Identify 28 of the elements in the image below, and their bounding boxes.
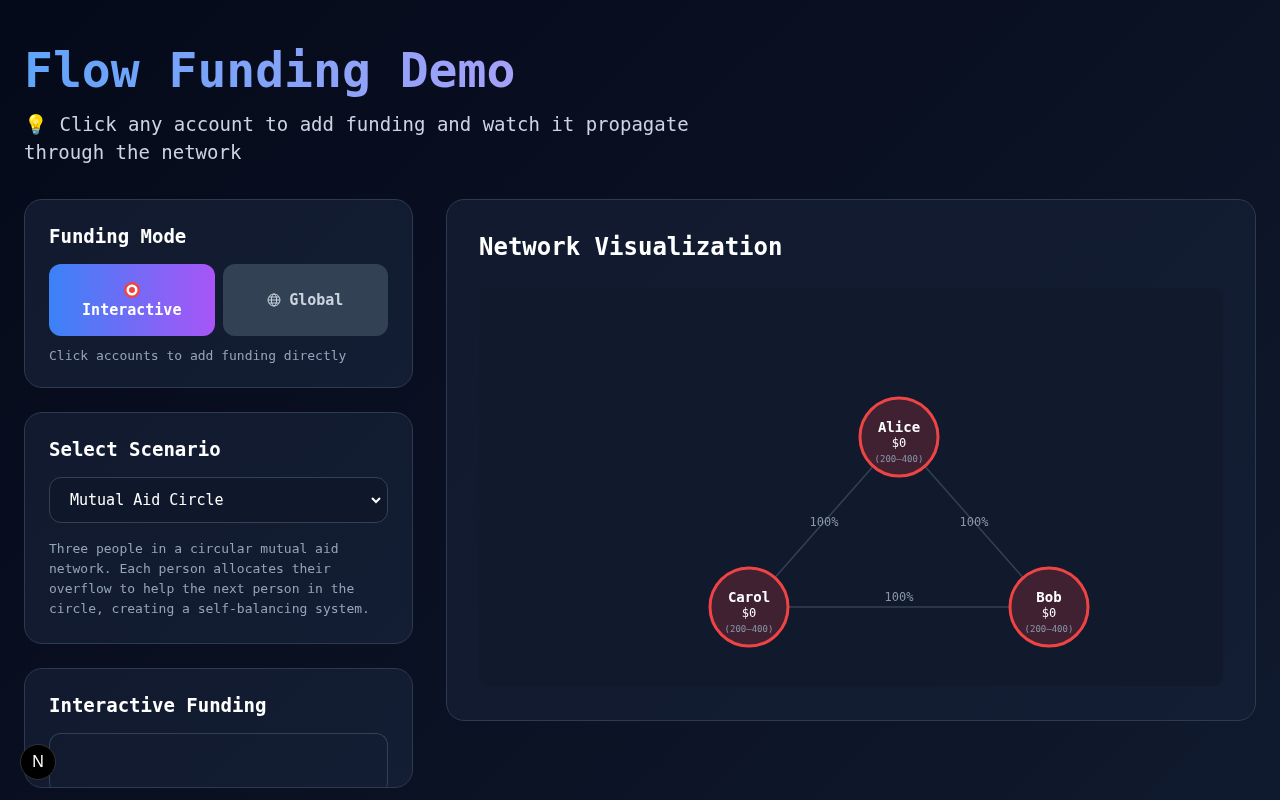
node-range: (200–400) [724,624,774,634]
card-title: Network Visualization [479,232,784,262]
node-name: Carol [727,589,771,605]
target-icon [122,281,141,299]
chevron-down-icon [371,496,381,504]
node-name: Bob [1036,589,1062,605]
help-text: Click accounts to add funding directly [49,348,348,363]
scenario-description: Three people in a circular mutual aid network. Each person allocates their overflow to help the next person in the circle, creating a self-balancing system. [49,540,371,618]
node-amount: $0 [741,606,757,620]
card-title: Select Scenario [49,437,222,461]
node-amount: $0 [891,436,907,450]
account-node[interactable] [858,396,940,478]
subtitle: 💡 Click any account to add funding and watch it propagate through the network [24,112,690,165]
mode-button[interactable]: Global [222,264,388,336]
globe-icon [267,293,282,307]
mode-button[interactable]: Interactive [49,264,215,336]
account-node[interactable] [1008,566,1090,648]
node-amount: $0 [1041,606,1057,620]
edge-label: 100% [884,590,914,604]
account-node[interactable] [708,566,790,648]
card-title: Interactive Funding [49,693,268,717]
card-title: Funding Mode [49,224,188,248]
scenario-select[interactable]: Mutual Aid Circle [49,477,388,523]
node-range: (200–400) [1024,624,1074,634]
edge-label: 100% [959,515,989,529]
edge-label: 100% [809,515,839,529]
node-range: (200–400) [874,454,924,464]
node-name: Alice [877,419,921,435]
